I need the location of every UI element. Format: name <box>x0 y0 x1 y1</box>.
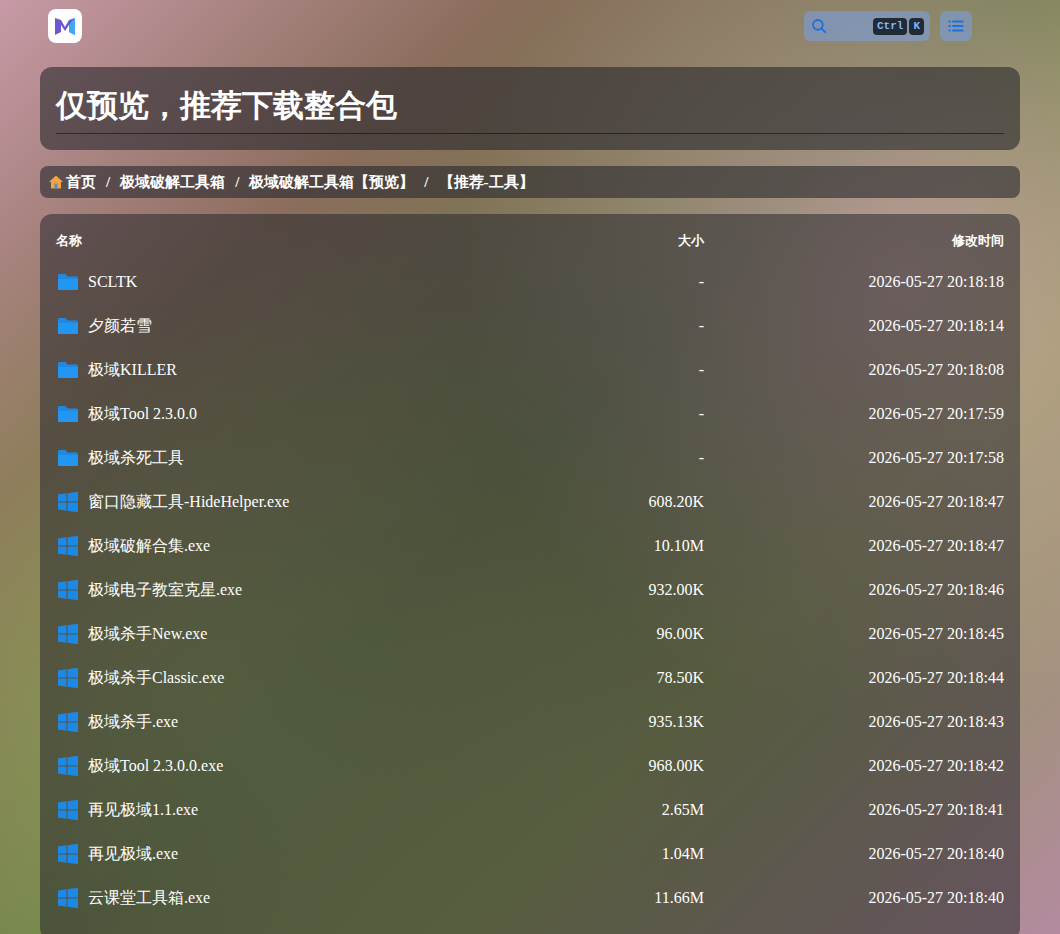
file-name: 窗口隐藏工具-HideHelper.exe <box>88 490 289 514</box>
file-modified: 2026-05-27 20:17:59 <box>704 402 1004 426</box>
list-icon <box>947 17 965 35</box>
breadcrumb-item[interactable]: 首页 <box>48 171 96 194</box>
file-size: 932.00K <box>584 578 704 602</box>
file-size: - <box>584 314 704 338</box>
file-row[interactable]: 极域杀手.exe 935.13K2026-05-27 20:18:43 <box>56 700 1004 744</box>
file-name: 极域KILLER <box>88 358 177 382</box>
windows-icon <box>56 886 80 910</box>
file-modified: 2026-05-27 20:18:45 <box>704 622 1004 646</box>
file-name: 极域杀手Classic.exe <box>88 666 224 690</box>
file-row[interactable]: 极域电子教室克星.exe 932.00K2026-05-27 20:18:46 <box>56 568 1004 612</box>
shortcut-key: Ctrl <box>873 18 907 35</box>
file-size: - <box>584 270 704 294</box>
top-bar: CtrlK <box>0 0 1060 52</box>
windows-icon <box>56 578 80 602</box>
file-modified: 2026-05-27 20:18:41 <box>704 798 1004 822</box>
folder-icon <box>56 270 80 294</box>
windows-icon <box>56 710 80 734</box>
file-modified: 2026-05-27 20:18:40 <box>704 886 1004 910</box>
file-size: 935.13K <box>584 710 704 734</box>
file-modified: 2026-05-27 20:17:58 <box>704 446 1004 470</box>
file-row[interactable]: 极域杀手Classic.exe 78.50K2026-05-27 20:18:44 <box>56 656 1004 700</box>
windows-icon <box>56 798 80 822</box>
page: CtrlK 仅预览，推荐下载整合包首页 / 极域破解工具箱 / 极域破解工具箱【预览】 / 【… <box>0 0 1060 934</box>
file-modified: 2026-05-27 20:18:14 <box>704 314 1004 338</box>
file-name: 极域Tool 2.3.0.0 <box>88 402 197 426</box>
breadcrumb-item[interactable]: 【推荐-工具】 <box>439 171 534 194</box>
file-name: 再见极域.exe <box>88 842 178 866</box>
file-row[interactable]: 极域破解合集.exe 10.10M2026-05-27 20:18:47 <box>56 524 1004 568</box>
file-size: - <box>584 446 704 470</box>
windows-icon <box>56 754 80 778</box>
file-size: 1.04M <box>584 842 704 866</box>
file-row[interactable]: 窗口隐藏工具-HideHelper.exe 608.20K2026-05-27 2… <box>56 480 1004 524</box>
folder-icon <box>56 446 80 470</box>
file-size: 96.00K <box>584 622 704 646</box>
file-row[interactable]: 云课堂工具箱.exe 11.66M2026-05-27 20:18:40 <box>56 876 1004 920</box>
file-size: 78.50K <box>584 666 704 690</box>
file-name: 极域Tool 2.3.0.0.exe <box>88 754 223 778</box>
breadcrumb: 首页 / 极域破解工具箱 / 极域破解工具箱【预览】 / 【推荐-工具】 <box>40 166 1020 198</box>
breadcrumb-separator: / <box>235 171 239 194</box>
title-card: 仅预览，推荐下载整合包 <box>40 67 1020 150</box>
breadcrumb-separator: / <box>424 171 428 194</box>
search-icon <box>810 17 828 35</box>
file-row[interactable]: 再见极域.exe 1.04M2026-05-27 20:18:40 <box>56 832 1004 876</box>
file-name: SCLTK <box>88 270 137 294</box>
file-size: 608.20K <box>584 490 704 514</box>
windows-icon <box>56 490 80 514</box>
breadcrumb-separator: / <box>106 171 110 194</box>
file-row[interactable]: 再见极域1.1.exe 2.65M2026-05-27 20:18:41 <box>56 788 1004 832</box>
file-name: 极域杀手.exe <box>88 710 178 734</box>
file-row[interactable]: 极域Tool 2.3.0.0.exe 968.00K2026-05-27 20:1… <box>56 744 1004 788</box>
logo[interactable] <box>48 9 82 43</box>
list-view-button[interactable] <box>940 11 972 41</box>
windows-icon <box>56 842 80 866</box>
home-icon <box>48 174 64 190</box>
windows-icon <box>56 622 80 646</box>
file-row[interactable]: 极域Tool 2.3.0.0 -2026-05-27 20:17:59 <box>56 392 1004 436</box>
file-row[interactable]: 极域杀死工具 -2026-05-27 20:17:58 <box>56 436 1004 480</box>
file-row[interactable]: 夕颜若雪 -2026-05-27 20:18:14 <box>56 304 1004 348</box>
file-list: 名称大小修改时间SCLTK-2026-05-27 20:18:18夕颜若雪-20… <box>40 214 1020 934</box>
breadcrumb-item[interactable]: 极域破解工具箱【预览】 <box>249 171 414 194</box>
folder-icon <box>56 314 80 338</box>
windows-icon <box>56 534 80 558</box>
file-name: 极域杀死工具 <box>88 446 184 470</box>
file-name: 夕颜若雪 <box>88 314 152 338</box>
file-modified: 2026-05-27 20:18:08 <box>704 358 1004 382</box>
file-modified: 2026-05-27 20:18:40 <box>704 842 1004 866</box>
file-modified: 2026-05-27 20:18:47 <box>704 490 1004 514</box>
page-title: 仅预览，推荐下载整合包 <box>56 85 1004 134</box>
file-size: - <box>584 358 704 382</box>
file-modified: 2026-05-27 20:18:42 <box>704 754 1004 778</box>
folder-icon <box>56 358 80 382</box>
file-modified: 2026-05-27 20:18:18 <box>704 270 1004 294</box>
search-button[interactable]: CtrlK <box>804 11 930 41</box>
file-row[interactable]: 极域杀手New.exe 96.00K2026-05-27 20:18:45 <box>56 612 1004 656</box>
folder-icon <box>56 402 80 426</box>
file-name: 极域破解合集.exe <box>88 534 210 558</box>
file-row[interactable]: 极域KILLER -2026-05-27 20:18:08 <box>56 348 1004 392</box>
file-modified: 2026-05-27 20:18:46 <box>704 578 1004 602</box>
file-size: 968.00K <box>584 754 704 778</box>
shortcut-key: K <box>909 18 924 35</box>
windows-icon <box>56 666 80 690</box>
file-size: - <box>584 402 704 426</box>
file-modified: 2026-05-27 20:18:43 <box>704 710 1004 734</box>
file-modified: 2026-05-27 20:18:47 <box>704 534 1004 558</box>
file-row[interactable]: SCLTK -2026-05-27 20:18:18 <box>56 260 1004 304</box>
file-name: 再见极域1.1.exe <box>88 798 198 822</box>
file-size: 11.66M <box>584 886 704 910</box>
file-size: 10.10M <box>584 534 704 558</box>
breadcrumb-item[interactable]: 极域破解工具箱 <box>120 171 225 194</box>
logo-icon <box>53 15 77 37</box>
file-modified: 2026-05-27 20:18:44 <box>704 666 1004 690</box>
list-header: 名称大小修改时间 <box>56 222 1004 260</box>
file-name: 极域杀手New.exe <box>88 622 207 646</box>
file-name: 云课堂工具箱.exe <box>88 886 210 910</box>
file-name: 极域电子教室克星.exe <box>88 578 242 602</box>
file-size: 2.65M <box>584 798 704 822</box>
